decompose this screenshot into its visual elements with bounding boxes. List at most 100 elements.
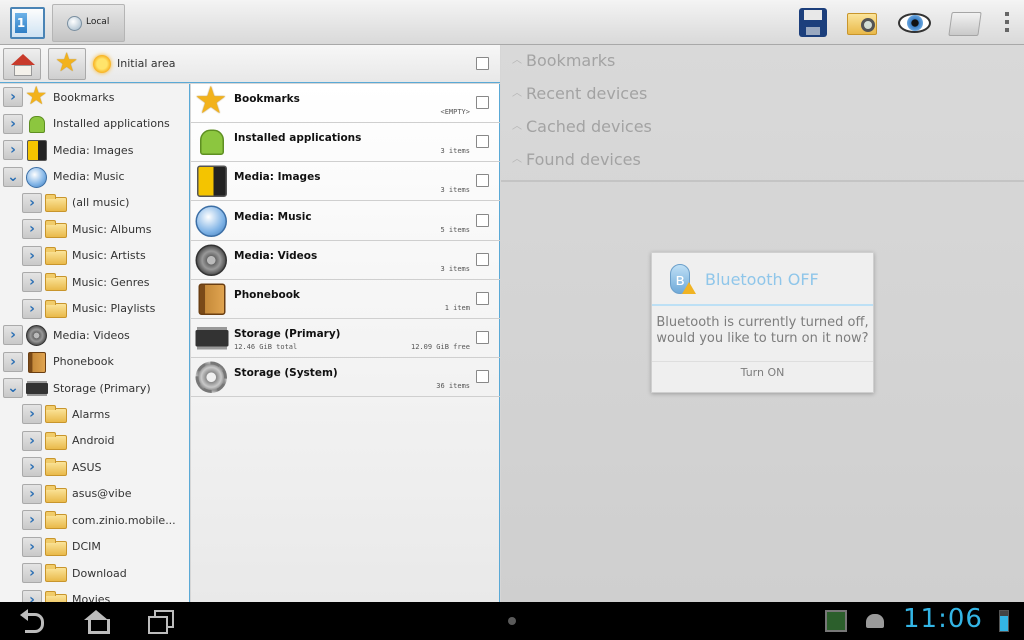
menu-dot-icon[interactable] (508, 617, 516, 625)
collapse-icon: ︿ (512, 55, 522, 66)
folder-icon (44, 192, 68, 214)
tree-item[interactable]: › Music: Playlists (0, 296, 189, 322)
list-item[interactable]: Installed applications 3 items (191, 123, 500, 163)
list-item[interactable]: ★ Bookmarks <EMPTY> (191, 82, 500, 123)
tree-item[interactable]: › Music: Artists (0, 243, 189, 269)
list-item-checkbox[interactable] (476, 213, 489, 227)
section-bookmarks[interactable]: ︿ Bookmarks (512, 51, 615, 70)
clock[interactable]: 11:06 (903, 604, 983, 634)
tree-item[interactable]: › Media: Images (0, 137, 189, 163)
tree-item[interactable]: › Alarms (0, 401, 189, 427)
list-item[interactable]: Storage (System) 36 items (191, 358, 500, 398)
chevron-right-icon[interactable]: › (22, 483, 42, 504)
folder-icon (44, 218, 68, 240)
chevron-right-icon[interactable]: › (22, 404, 42, 425)
chevron-right-icon[interactable]: › (22, 219, 42, 240)
list-item-checkbox[interactable] (476, 331, 489, 345)
list-item-meta: 1 item (444, 304, 470, 312)
music-icon (25, 166, 49, 188)
tree-item[interactable]: › Download (0, 560, 189, 586)
home-button[interactable] (3, 48, 41, 80)
chevron-right-icon[interactable]: › (22, 457, 42, 478)
chevron-right-icon[interactable]: › (22, 430, 42, 451)
list-item-meta: 5 items (440, 225, 470, 234)
list-item-meta: 3 items (440, 186, 470, 195)
list-item-checkbox[interactable] (476, 292, 489, 305)
list-item-title: Storage (Primary) (234, 328, 341, 341)
save-icon[interactable] (795, 5, 831, 41)
recent-apps-icon[interactable] (148, 610, 174, 634)
tree-item[interactable]: › (all music) (0, 190, 189, 216)
android-debug-icon[interactable] (866, 614, 884, 628)
chevron-right-icon[interactable]: › (3, 325, 23, 346)
tree-item[interactable]: › com.zinio.mobile... (0, 507, 189, 533)
chevron-right-icon[interactable]: › (22, 536, 42, 557)
chevron-right-icon[interactable]: › (22, 563, 42, 584)
dialog-message-line2: would you like to turn on it now? (656, 331, 869, 346)
tree-item[interactable]: › Movies (0, 586, 189, 602)
chevron-right-icon[interactable]: › (3, 351, 23, 372)
section-label: Found devices (526, 150, 641, 169)
tree-item[interactable]: › Android (0, 428, 189, 454)
chevron-right-icon[interactable]: › (3, 87, 23, 108)
list-item[interactable]: Media: Music 5 items (191, 202, 500, 241)
list-item[interactable]: Storage (Primary) 12.46 GiB total 12.09 Gi… (191, 319, 500, 359)
tree-item[interactable]: › Music: Genres (0, 269, 189, 295)
overflow-menu-icon[interactable] (1003, 12, 1011, 34)
home-nav-icon[interactable] (84, 610, 110, 634)
chevron-right-icon[interactable]: › (22, 589, 42, 602)
folder-icon (44, 245, 68, 267)
section-label: Cached devices (526, 117, 652, 136)
list-item-checkbox[interactable] (476, 135, 489, 149)
tree-item[interactable]: › asus@vibe (0, 481, 189, 507)
collapse-icon: ︿ (512, 88, 522, 99)
eye-icon[interactable] (896, 5, 932, 41)
section-found-devices[interactable]: ︿ Found devices (512, 150, 641, 169)
screenshot-notification-icon[interactable] (825, 610, 847, 632)
select-all-checkbox[interactable] (476, 57, 489, 70)
tree-item[interactable]: ⌄ Media: Music (0, 163, 189, 189)
tab-local[interactable]: Local (52, 4, 125, 42)
list-item[interactable]: Media: Videos 3 items (191, 241, 500, 280)
chevron-down-icon[interactable]: ⌄ (3, 166, 23, 187)
chevron-down-icon[interactable]: ⌄ (3, 378, 23, 399)
chevron-right-icon[interactable]: › (22, 510, 42, 531)
list-item[interactable]: Phonebook 1 item (191, 280, 500, 319)
chevron-right-icon[interactable]: › (22, 298, 42, 319)
tree-item-label: Music: Genres (72, 275, 150, 289)
tree-item[interactable]: › Phonebook (0, 348, 189, 374)
chevron-right-icon[interactable]: › (3, 140, 23, 161)
list-item-checkbox[interactable] (476, 96, 489, 109)
list-item-title: Media: Images (234, 171, 321, 184)
battery-icon (999, 610, 1009, 632)
tree-item[interactable]: › Installed applications (0, 110, 189, 136)
list-item-checkbox[interactable] (476, 174, 489, 188)
chevron-right-icon[interactable]: › (22, 245, 42, 266)
turn-on-button[interactable]: Turn ON (652, 366, 873, 379)
app-icon-number: 1 (15, 13, 27, 33)
list-item[interactable]: Media: Images 3 items (191, 162, 500, 202)
folder-icon (44, 430, 68, 452)
list-item-meta: 12.09 GiB free (410, 343, 470, 352)
section-cached-devices[interactable]: ︿ Cached devices (512, 117, 652, 136)
local-storage-icon (67, 16, 82, 31)
tree-item[interactable]: › DCIM (0, 533, 189, 559)
list-item-checkbox[interactable] (476, 370, 489, 384)
tree-item[interactable]: › ★ Bookmarks (0, 84, 189, 110)
tree-item[interactable]: › ASUS (0, 454, 189, 480)
folder-search-icon[interactable] (845, 5, 881, 41)
chevron-right-icon[interactable]: › (3, 113, 23, 134)
chevron-right-icon[interactable]: › (22, 272, 42, 293)
favorites-button[interactable]: ★ (48, 48, 86, 80)
tree-item[interactable]: › Music: Albums (0, 216, 189, 242)
tree-item-label: Alarms (72, 407, 111, 421)
tree-item[interactable]: › Media: Videos (0, 322, 189, 348)
list-item-checkbox[interactable] (476, 252, 489, 266)
tree-item[interactable]: ⌄ Storage (Primary) (0, 375, 189, 401)
section-recent-devices[interactable]: ︿ Recent devices (512, 84, 647, 103)
app-icon[interactable]: 1 (10, 7, 45, 39)
folder-icon[interactable] (948, 5, 984, 41)
chevron-right-icon[interactable]: › (22, 192, 42, 213)
bluetooth-dialog: ʙ Bluetooth OFF Bluetooth is currently t… (651, 252, 874, 393)
back-icon[interactable] (20, 609, 46, 633)
